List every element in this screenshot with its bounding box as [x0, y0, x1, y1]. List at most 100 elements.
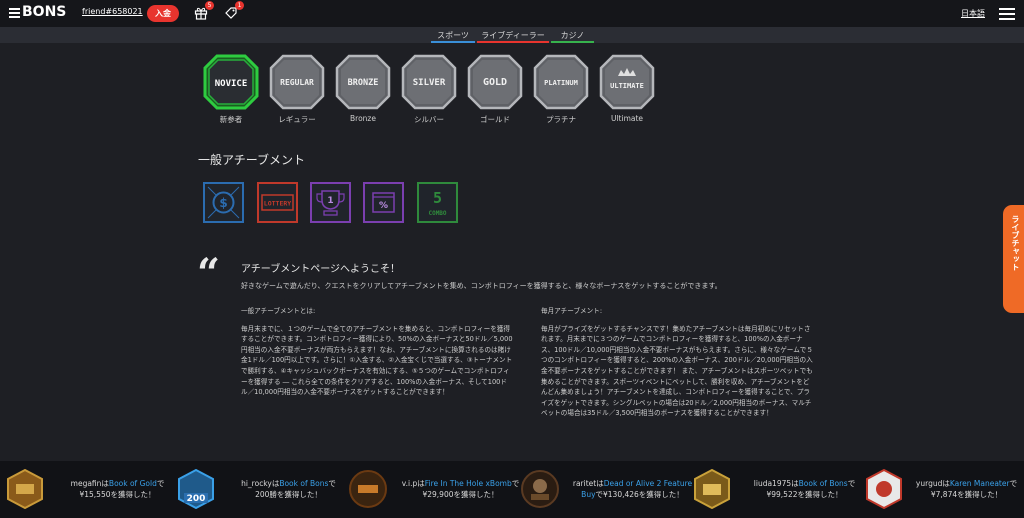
monthly-achievements-column: 毎月アチーブメント: 毎月がプライズをゲットするチャンスです！集めたアチーブメン… [541, 306, 813, 419]
winner-text: liuda1975はBook of Bonsで ¥99,522を獲得した！ [753, 479, 856, 499]
achievement-trophy[interactable]: 1 [310, 182, 351, 223]
tab-casino-underline [551, 41, 594, 43]
rank-silver-badge-text: SILVER [413, 78, 446, 88]
rank-platinum-label: プラチナ [546, 115, 576, 124]
winner-text: megafinはBook of Goldで ¥15,550を獲得した！ [70, 479, 165, 499]
tab-sports[interactable]: スポーツ [431, 30, 475, 43]
tab-sports-label: スポーツ [437, 31, 469, 40]
hamburger-menu-icon[interactable] [999, 8, 1015, 20]
combo-number: 5 [433, 189, 442, 207]
winner-game[interactable]: Book of Bons [279, 479, 328, 488]
winner-game[interactable]: Karen Maneater [950, 479, 1010, 488]
winner-text: raritetはDead or Alive 2 Feature Buyで¥130… [572, 479, 693, 499]
rank-regular[interactable]: REGULAR レギュラー [269, 54, 325, 124]
rank-ultimate-label: Ultimate [610, 114, 644, 123]
winner-user: raritet [572, 479, 597, 488]
rank-gold[interactable]: GOLD ゴールド [467, 54, 523, 124]
rank-bronze-icon: BRONZE [335, 54, 391, 110]
rank-regular-icon: REGULAR [269, 54, 325, 110]
coin-icon: $ [203, 182, 244, 223]
gift-button[interactable]: 5 [194, 1, 214, 21]
promo-badge: 1 [235, 1, 244, 10]
rank-platinum-icon: PLATINUM [533, 54, 589, 110]
winners-ticker: megafinはBook of Goldで ¥15,550を獲得した！ 200 h… [0, 461, 1024, 518]
winner-user: hi_rocky [241, 479, 272, 488]
game-thumbnail [520, 469, 560, 509]
rank-bronze[interactable]: BRONZE Bronze [335, 54, 391, 123]
winner-user: yurgud [915, 479, 943, 488]
general-achievements-body: 毎月末までに、１つのゲームで全てのアチーブメントを集めると、コンボトロフィーを獲… [241, 324, 513, 397]
tab-live-dealer[interactable]: ライブディーラー [477, 30, 549, 43]
winner-amount: ¥29,900を獲得した！ [422, 490, 499, 499]
winner-amount: 200勝を獲得した！ [255, 490, 322, 499]
achievement-discount[interactable]: % [363, 182, 404, 223]
rank-platinum-badge-text: PLATINUM [544, 79, 578, 87]
rank-platinum[interactable]: PLATINUM プラチナ [533, 54, 589, 124]
combo-label: COMBO [428, 210, 446, 217]
game-thumbnail [348, 469, 388, 509]
trophy-text: 1 [327, 196, 333, 206]
rank-silver-label: シルバー [414, 115, 444, 124]
achievement-coin[interactable]: $ [203, 182, 244, 223]
achievement-lottery[interactable]: LOTTERY [257, 182, 298, 223]
rank-novice-label: 新参者 [219, 115, 243, 124]
quote-mark: “ [197, 250, 221, 297]
welcome-intro: 好きなゲームで遊んだり、クエストをクリアしてアチーブメントを集め、コンボトロフィ… [241, 282, 722, 290]
rank-novice[interactable]: NOVICE 新参者 [203, 54, 259, 124]
general-achievements-heading: 一般アチーブメントとは: [241, 307, 316, 315]
discount-text: % [379, 201, 388, 211]
game-thumbnail: 200 [176, 468, 216, 510]
winner-game[interactable]: Fire In The Hole xBomb [425, 479, 512, 488]
lottery-icon: LOTTERY [257, 182, 298, 223]
winner-game[interactable]: Book of Gold [109, 479, 157, 488]
winner-amount: ¥130,426を獲得した！ [603, 490, 684, 499]
monthly-achievements-body: 毎月がプライズをゲットするチャンスです！集めたアチーブメントは毎月初めにリセット… [541, 324, 813, 418]
svg-text:$: $ [219, 196, 227, 210]
top-bar: BONS friend#658021 入金 5 1 日本語 [0, 0, 1024, 27]
live-chat-label: ライブチャット [1011, 215, 1020, 271]
tab-casino-label: カジノ [560, 31, 585, 40]
category-tabs: スポーツ ライブディーラー カジノ [0, 30, 1024, 46]
achievement-combo[interactable]: 5 COMBO [417, 182, 458, 223]
welcome-title: アチーブメントページへようこそ！ [241, 264, 400, 275]
winner-user: liuda1975 [753, 479, 792, 488]
winner-amount: ¥7,874を獲得した！ [930, 490, 1003, 499]
general-achievements-column: 一般アチーブメントとは: 毎月末までに、１つのゲームで全てのアチーブメントを集め… [241, 306, 513, 398]
winner-amount: ¥99,522を獲得した！ [766, 490, 843, 499]
winner-text: yurgudはKaren Maneaterで ¥7,874を獲得した！ [915, 479, 1018, 499]
rank-novice-badge-text: NOVICE [215, 79, 248, 89]
combo-icon: 5 COMBO [417, 182, 458, 223]
discount-icon: % [363, 182, 404, 223]
rank-silver[interactable]: SILVER シルバー [401, 54, 457, 124]
monthly-achievements-heading: 毎月アチーブメント: [541, 307, 603, 315]
winner-user: megafin [70, 479, 102, 488]
rank-regular-label: レギュラー [278, 115, 316, 124]
tab-sports-underline [431, 41, 475, 43]
winner-amount: ¥15,550を獲得した！ [79, 490, 156, 499]
rank-bronze-label: Bronze [350, 114, 376, 123]
lottery-text: LOTTERY [264, 200, 291, 208]
tab-casino[interactable]: カジノ [551, 30, 594, 43]
deposit-button[interactable]: 入金 [147, 5, 179, 22]
rank-novice-icon: NOVICE [203, 54, 259, 110]
rank-gold-label: ゴールド [480, 115, 510, 124]
winner-game[interactable]: Book of Bons [799, 479, 848, 488]
logo[interactable]: BONS [9, 4, 69, 21]
rank-gold-badge-text: GOLD [483, 77, 507, 88]
svg-text:200: 200 [187, 494, 206, 504]
winner-text: hi_rockyはBook of Bonsで 200勝を獲得した！ [241, 479, 336, 499]
live-chat-button[interactable]: ライブチャット [1003, 205, 1024, 313]
rank-gold-icon: GOLD [467, 54, 523, 110]
promo-button[interactable]: 1 [224, 1, 244, 21]
rank-ultimate[interactable]: ULTIMATE Ultimate [599, 54, 655, 123]
achievements-title: 一般アチーブメント [198, 153, 306, 167]
rank-ultimate-icon: ULTIMATE [599, 54, 655, 110]
game-thumbnail [864, 468, 904, 510]
logo-mark [9, 8, 20, 18]
winner-text: v.i.pはFire In The Hole xBombで¥29,900を獲得し… [401, 479, 520, 499]
rank-bronze-badge-text: BRONZE [348, 78, 379, 88]
game-thumbnail [692, 468, 732, 510]
language-selector[interactable]: 日本語 [961, 8, 985, 19]
user-profile-link[interactable]: friend#658021 [82, 7, 143, 16]
trophy-icon: 1 [310, 182, 351, 223]
